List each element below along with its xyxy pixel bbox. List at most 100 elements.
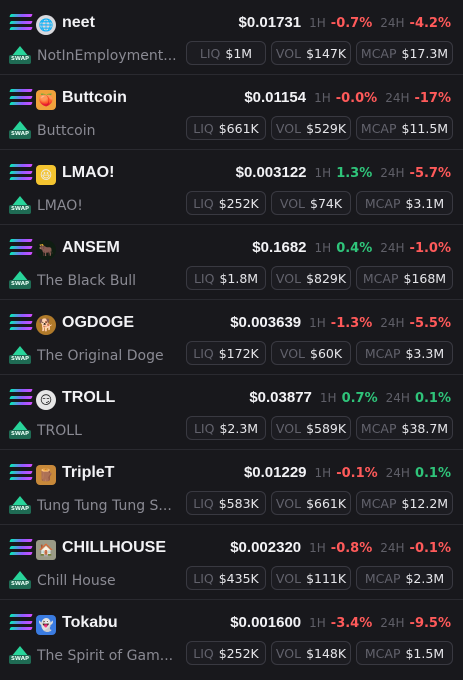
solana-chain-icon xyxy=(9,89,33,105)
metric-pills: LIQ $583K VOL $661K MCAP $12.2M xyxy=(186,491,453,515)
vol-pill: VOL $529K xyxy=(271,116,351,140)
token-price: $0.002320 xyxy=(230,539,302,556)
swap-icon[interactable]: SWAP xyxy=(9,271,31,291)
swap-icon[interactable]: SWAP xyxy=(9,421,31,441)
mcap-pill: MCAP $17.3M xyxy=(356,41,453,65)
troll-face-avatar-icon: 😏 xyxy=(36,390,56,410)
price-stats: $0.002320 1H -0.8% 24H -0.1% xyxy=(230,539,451,556)
metric-pills: LIQ $661K VOL $529K MCAP $11.5M xyxy=(186,116,453,140)
token-symbol: TROLL xyxy=(62,389,116,406)
token-name: NotInEmployment... xyxy=(37,48,177,64)
mcap-pill: MCAP $1.5M xyxy=(356,641,453,665)
change-1h: -0.8% xyxy=(330,541,373,556)
label-1h: 1H xyxy=(309,316,326,330)
token-row-triplet[interactable]: SWAP 🪵 TripleT Tung Tung Tung S... $0.01… xyxy=(0,450,463,525)
swap-icon[interactable]: SWAP xyxy=(9,646,31,666)
token-name: The Original Doge xyxy=(37,348,164,364)
label-24h: 24H xyxy=(385,466,410,480)
butt-avatar-icon: 🍑 xyxy=(36,90,56,110)
vol-pill: VOL $148K xyxy=(271,641,351,665)
token-row-troll[interactable]: SWAP 😏 TROLL TROLL $0.03877 1H 0.7% 24H … xyxy=(0,375,463,450)
mcap-pill: MCAP $38.7M xyxy=(356,416,453,440)
token-name: Buttcoin xyxy=(37,123,96,139)
vol-pill: VOL $829K xyxy=(271,266,351,290)
label-1h: 1H xyxy=(309,541,326,555)
token-price: $0.01154 xyxy=(244,89,307,106)
spirit-avatar-icon: 👻 xyxy=(36,615,56,635)
change-1h: -1.3% xyxy=(330,316,373,331)
liq-pill: LIQ $1M xyxy=(186,41,266,65)
vol-pill: VOL $111K xyxy=(271,566,351,590)
token-price: $0.03877 xyxy=(249,389,312,406)
change-1h: 0.4% xyxy=(336,241,373,256)
swap-icon[interactable]: SWAP xyxy=(9,496,31,516)
price-stats: $0.01731 1H -0.7% 24H -4.2% xyxy=(239,14,451,31)
metric-pills: LIQ $1.8M VOL $829K MCAP $168M xyxy=(186,266,453,290)
swap-icon[interactable]: SWAP xyxy=(9,571,31,591)
liq-pill: LIQ $172K xyxy=(186,341,266,365)
token-row-tokabu[interactable]: SWAP 👻 Tokabu The Spirit of Gam... $0.00… xyxy=(0,600,463,675)
token-row-ogdoge[interactable]: SWAP 🐕 OGDOGE The Original Doge $0.00363… xyxy=(0,300,463,375)
token-symbol: Buttcoin xyxy=(62,89,127,106)
token-row-ansem[interactable]: SWAP 🐂 ANSEM The Black Bull $0.1682 1H 0… xyxy=(0,225,463,300)
metric-pills: LIQ $172K VOL $60K MCAP $3.3M xyxy=(186,341,453,365)
label-1h: 1H xyxy=(309,616,326,630)
change-1h: -0.7% xyxy=(330,16,373,31)
change-1h: -3.4% xyxy=(330,616,373,631)
label-24h: 24H xyxy=(380,616,405,630)
mcap-pill: MCAP $3.1M xyxy=(356,191,453,215)
label-1h: 1H xyxy=(319,391,337,405)
metric-pills: LIQ $1M VOL $147K MCAP $17.3M xyxy=(186,41,453,65)
change-24h: -5.5% xyxy=(409,316,451,331)
token-row-buttcoin[interactable]: SWAP 🍑 Buttcoin Buttcoin $0.01154 1H -0.… xyxy=(0,75,463,150)
solana-chain-icon xyxy=(9,539,33,555)
label-24h: 24H xyxy=(380,316,405,330)
solana-chain-icon xyxy=(9,239,33,255)
liq-pill: LIQ $1.8M xyxy=(186,266,266,290)
change-1h: -0.1% xyxy=(336,466,378,481)
mcap-pill: MCAP $168M xyxy=(356,266,453,290)
metric-pills: LIQ $2.3M VOL $589K MCAP $38.7M xyxy=(186,416,453,440)
vol-pill: VOL $147K xyxy=(271,41,351,65)
vol-pill: VOL $74K xyxy=(271,191,351,215)
price-stats: $0.001600 1H -3.4% 24H -9.5% xyxy=(230,614,451,631)
token-row-chillhouse[interactable]: SWAP 🏠 CHILLHOUSE Chill House $0.002320 … xyxy=(0,525,463,600)
price-stats: $0.01154 1H -0.0% 24H -17% xyxy=(244,89,451,106)
vol-pill: VOL $661K xyxy=(271,491,351,515)
liq-pill: LIQ $583K xyxy=(186,491,266,515)
token-price: $0.003122 xyxy=(235,164,307,181)
swap-icon[interactable]: SWAP xyxy=(9,346,31,366)
token-price: $0.1682 xyxy=(252,239,307,256)
label-1h: 1H xyxy=(314,241,332,255)
metric-pills: LIQ $252K VOL $74K MCAP $3.1M xyxy=(186,191,453,215)
label-24h: 24H xyxy=(380,166,405,180)
solana-chain-icon xyxy=(9,389,33,405)
price-stats: $0.003639 1H -1.3% 24H -5.5% xyxy=(230,314,451,331)
token-name: The Black Bull xyxy=(37,273,137,289)
mcap-pill: MCAP $3.3M xyxy=(356,341,453,365)
solana-chain-icon xyxy=(9,614,33,630)
change-24h: -9.5% xyxy=(409,616,451,631)
laughing-face-avatar-icon: 😆 xyxy=(36,165,56,185)
price-stats: $0.01229 1H -0.1% 24H 0.1% xyxy=(244,464,451,481)
token-symbol: CHILLHOUSE xyxy=(62,539,166,556)
swap-icon[interactable]: SWAP xyxy=(9,196,31,216)
token-price: $0.01229 xyxy=(243,464,307,481)
liq-pill: LIQ $252K xyxy=(186,191,266,215)
token-price: $0.01731 xyxy=(238,14,302,31)
label-24h: 24H xyxy=(380,241,405,255)
change-24h: -1.0% xyxy=(409,241,451,256)
token-symbol: LMAO! xyxy=(62,164,115,181)
label-24h: 24H xyxy=(380,16,405,30)
token-symbol: ANSEM xyxy=(62,239,120,256)
change-24h: -0.1% xyxy=(409,541,451,556)
change-24h: 0.1% xyxy=(414,391,451,406)
liq-pill: LIQ $2.3M xyxy=(186,416,266,440)
globe-avatar-icon: 🌐 xyxy=(36,15,56,35)
token-row-lmao[interactable]: SWAP 😆 LMAO! LMAO! $0.003122 1H 1.3% 24H… xyxy=(0,150,463,225)
swap-icon[interactable]: SWAP xyxy=(9,121,31,141)
label-1h: 1H xyxy=(314,466,332,480)
change-24h: 0.1% xyxy=(414,466,451,481)
swap-icon[interactable]: SWAP xyxy=(9,46,31,66)
token-row-neet[interactable]: SWAP 🌐 neet NotInEmployment... $0.01731 … xyxy=(0,0,463,75)
